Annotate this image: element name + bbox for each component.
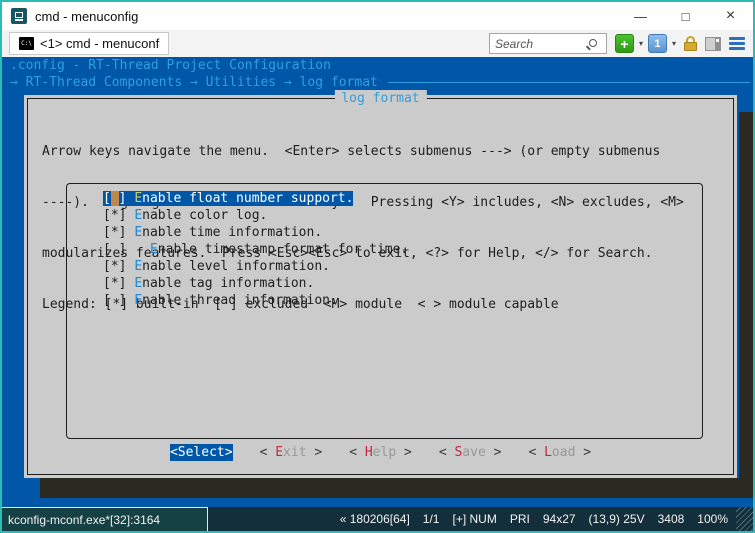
status-field: [+] NUM <box>452 512 496 526</box>
new-console-button[interactable]: + <box>615 34 634 53</box>
resize-grip[interactable] <box>736 507 753 531</box>
cmd-icon: C:\ <box>19 37 34 50</box>
search-input[interactable] <box>490 37 584 51</box>
window-title: cmd - menuconfig <box>35 9 138 24</box>
active-process[interactable]: kconfig-mconf.exe*[32]:3164 <box>2 507 208 531</box>
window-number-button[interactable]: 1 <box>648 34 667 53</box>
status-field: 3408 <box>658 512 685 526</box>
maximize-icon: □ <box>682 9 690 24</box>
lock-icon[interactable] <box>684 36 697 51</box>
breadcrumb-rule <box>388 82 750 83</box>
tab-label: <1> cmd - menuconf <box>40 36 159 51</box>
menu-list: [ ] Enable float number support.[*] Enab… <box>66 183 703 439</box>
minimize-icon: — <box>634 9 647 24</box>
search-box <box>489 33 607 54</box>
tab-bar: C:\ <1> cmd - menuconf + ▾ 1 ▾ <box>2 30 753 57</box>
status-field: 1/1 <box>423 512 440 526</box>
menu-item[interactable]: [*] Enable color log. <box>103 207 408 224</box>
menu-icon[interactable] <box>729 37 745 50</box>
conemu-window: cmd - menuconfig — □ × C:\ <1> cmd - men… <box>0 0 755 533</box>
menu-item[interactable]: [*] Enable time information. <box>103 224 408 241</box>
status-field: 94x27 <box>543 512 576 526</box>
panes-icon[interactable] <box>705 37 721 51</box>
plus-icon: + <box>620 36 628 52</box>
conemu-logo-icon <box>11 8 27 24</box>
dialog-shadow-bottom <box>40 478 753 498</box>
menu-item[interactable]: [*] Enable tag information. <box>103 275 408 292</box>
dialog-title: log format <box>334 90 426 107</box>
minimize-button[interactable]: — <box>618 2 663 30</box>
dialog-buttons: <Select> < Exit > < Help > < Save > < Load > <box>24 444 737 461</box>
breadcrumb: → RT-Thread Components → Utilities → log… <box>2 74 753 91</box>
maximize-button[interactable]: □ <box>663 2 708 30</box>
config-header: .config - RT-Thread Project Configuratio… <box>2 57 753 74</box>
status-field: (13,9) 25V <box>589 512 645 526</box>
new-console-dropdown-icon[interactable]: ▾ <box>639 39 643 48</box>
tab-cmd-menuconf[interactable]: C:\ <1> cmd - menuconf <box>9 32 169 55</box>
terminal: .config - RT-Thread Project Configuratio… <box>2 57 753 507</box>
status-field: PRI <box>510 512 530 526</box>
title-bar: cmd - menuconfig — □ × <box>2 2 753 30</box>
window-dropdown-icon[interactable]: ▾ <box>672 39 676 48</box>
window-number-label: 1 <box>654 38 660 50</box>
status-bar: kconfig-mconf.exe*[32]:3164 « 180206[64]… <box>2 507 753 531</box>
close-button[interactable]: × <box>708 2 753 30</box>
menuconfig-dialog: log format Arrow keys navigate the menu.… <box>24 95 737 478</box>
dialog-button-save[interactable]: < Save > <box>439 444 502 461</box>
dialog-button-select[interactable]: <Select> <box>170 444 233 461</box>
toolbar: + ▾ 1 ▾ <box>489 33 753 54</box>
menu-item[interactable]: [*] Enable level information. <box>103 258 408 275</box>
dialog-button-load[interactable]: < Load > <box>528 444 591 461</box>
search-icon[interactable] <box>589 39 597 47</box>
menu-item[interactable]: [ ] Enable float number support. <box>103 190 408 207</box>
close-icon: × <box>726 7 735 25</box>
dialog-button-exit[interactable]: < Exit > <box>260 444 323 461</box>
window-controls: — □ × <box>618 2 753 30</box>
menu-item[interactable]: [ ] Enable thread information. <box>103 292 408 309</box>
status-field: 100% <box>697 512 728 526</box>
menu-item[interactable]: [ ] Enable timestamp format for time. <box>103 241 408 258</box>
status-field: « 180206[64] <box>340 512 410 526</box>
dialog-shadow-right <box>739 112 753 498</box>
status-fields: « 180206[64] 1/1 [+] NUM PRI 94x27 (13,9) 25V… <box>340 512 728 526</box>
dialog-button-help[interactable]: < Help > <box>349 444 412 461</box>
menu-items: [ ] Enable float number support.[*] Enab… <box>103 190 408 309</box>
